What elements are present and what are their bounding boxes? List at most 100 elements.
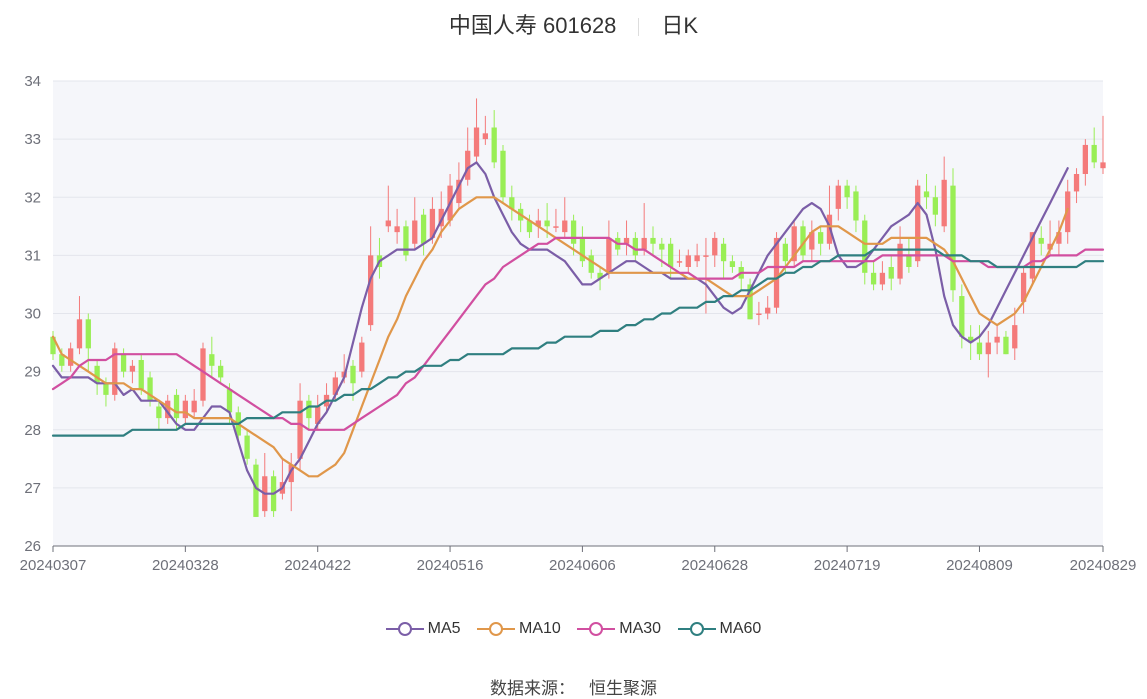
legend-marker-ma60 [677,622,716,636]
x-tick-label: 20240422 [284,557,351,574]
candle-body [976,342,983,355]
candle-body [350,365,356,384]
y-tick-label: 32 [24,189,41,206]
candle-body [120,354,127,372]
x-tick-label: 20240328 [152,557,219,574]
candle-body [729,261,736,267]
candle-body [923,191,930,198]
y-tick-label: 30 [24,306,41,323]
legend-item-ma10[interactable]: MA10 [477,620,561,638]
candle-body [500,150,506,198]
candle-body [985,342,991,355]
source-label: 数据来源： [490,679,575,698]
candle-body [756,313,762,315]
candle-body [368,255,374,326]
candlestick-chart: 26 27 28 29 30 31 32 33 34 20240307 20240328 202404… [20,73,1137,574]
candle-down [950,168,956,302]
x-tick-label: 20240307 [20,557,87,574]
candle-body [773,237,780,308]
candle-body [862,220,868,273]
candle-body [879,272,886,285]
candle-body [182,400,188,419]
candle-body [553,226,559,228]
candle-body [562,220,568,233]
candle-body [473,127,480,157]
y-tick-label: 31 [24,247,41,264]
candle-body [103,383,109,395]
candle-body [1038,237,1044,244]
candle-body [712,237,718,256]
candle-body [306,400,312,419]
x-tick-label: 20240719 [814,557,881,574]
candle-up [200,342,206,407]
candle-body [1091,144,1097,163]
candle-body [218,365,224,378]
legend-item-ma5[interactable]: MA5 [385,620,461,638]
candle-body [244,435,250,459]
y-tick-label: 26 [24,538,41,555]
candle-body [85,319,91,349]
candle-up [791,220,797,267]
x-tick-label: 20240809 [946,557,1013,574]
candle-body [844,185,850,198]
candle-body [853,191,859,221]
candle-body [385,220,391,227]
x-tick-label: 20240628 [681,557,748,574]
candle-body [906,255,912,267]
candle-body [720,243,727,262]
candle-body [835,185,841,209]
candle-body [297,400,303,459]
candle-body [606,237,612,273]
y-tick-label: 33 [24,131,41,148]
candle-body [632,237,638,256]
x-tick-label: 20240516 [417,557,484,574]
candle-body [685,255,691,267]
candle-body [173,394,180,419]
legend-item-ma60[interactable]: MA60 [677,620,761,638]
y-tick-label: 34 [24,73,41,90]
candle-body [959,296,965,337]
candle-body [950,185,956,291]
candle-body [870,272,877,285]
candle-body [129,365,136,372]
candle-body [570,220,577,244]
legend-marker-ma30 [577,622,616,636]
data-source: 数据来源： 恒生聚源 [0,674,1147,699]
candle-body [403,226,409,256]
candle-body [491,127,497,163]
candle-body [703,255,709,257]
candle-body [650,237,656,244]
source-value: 恒生聚源 [589,679,657,698]
candle-body [138,360,144,390]
legend: MA5 MA10 MA30 MA60 [0,620,1147,642]
candle-body [765,307,771,314]
y-tick-label: 27 [24,480,41,497]
candle-body [1012,325,1018,349]
candle-body [888,267,894,279]
candle-body [676,261,683,263]
candle-body [818,232,824,244]
candle-up [915,179,921,267]
legend-label-ma10: MA10 [519,620,561,637]
candle-down [403,220,409,262]
y-tick-label: 29 [24,364,41,381]
candle-body [76,319,83,349]
legend-label-ma30: MA30 [619,620,662,637]
candle-body [156,406,162,419]
candle-body [465,150,471,180]
candle-body [253,464,259,517]
candle-body [482,133,488,140]
candle-body [668,243,674,267]
candle-body [1082,144,1088,174]
candle-up [112,342,118,401]
candle-body [412,220,418,244]
candle-down [500,144,506,204]
legend-item-ma30[interactable]: MA30 [577,620,661,638]
candle-body [191,400,197,413]
candle-body [659,243,665,250]
candle-body [694,255,700,262]
candle-body [941,179,947,227]
candle-body [1073,174,1080,192]
candle-body [782,243,788,262]
candle-body [932,197,938,215]
